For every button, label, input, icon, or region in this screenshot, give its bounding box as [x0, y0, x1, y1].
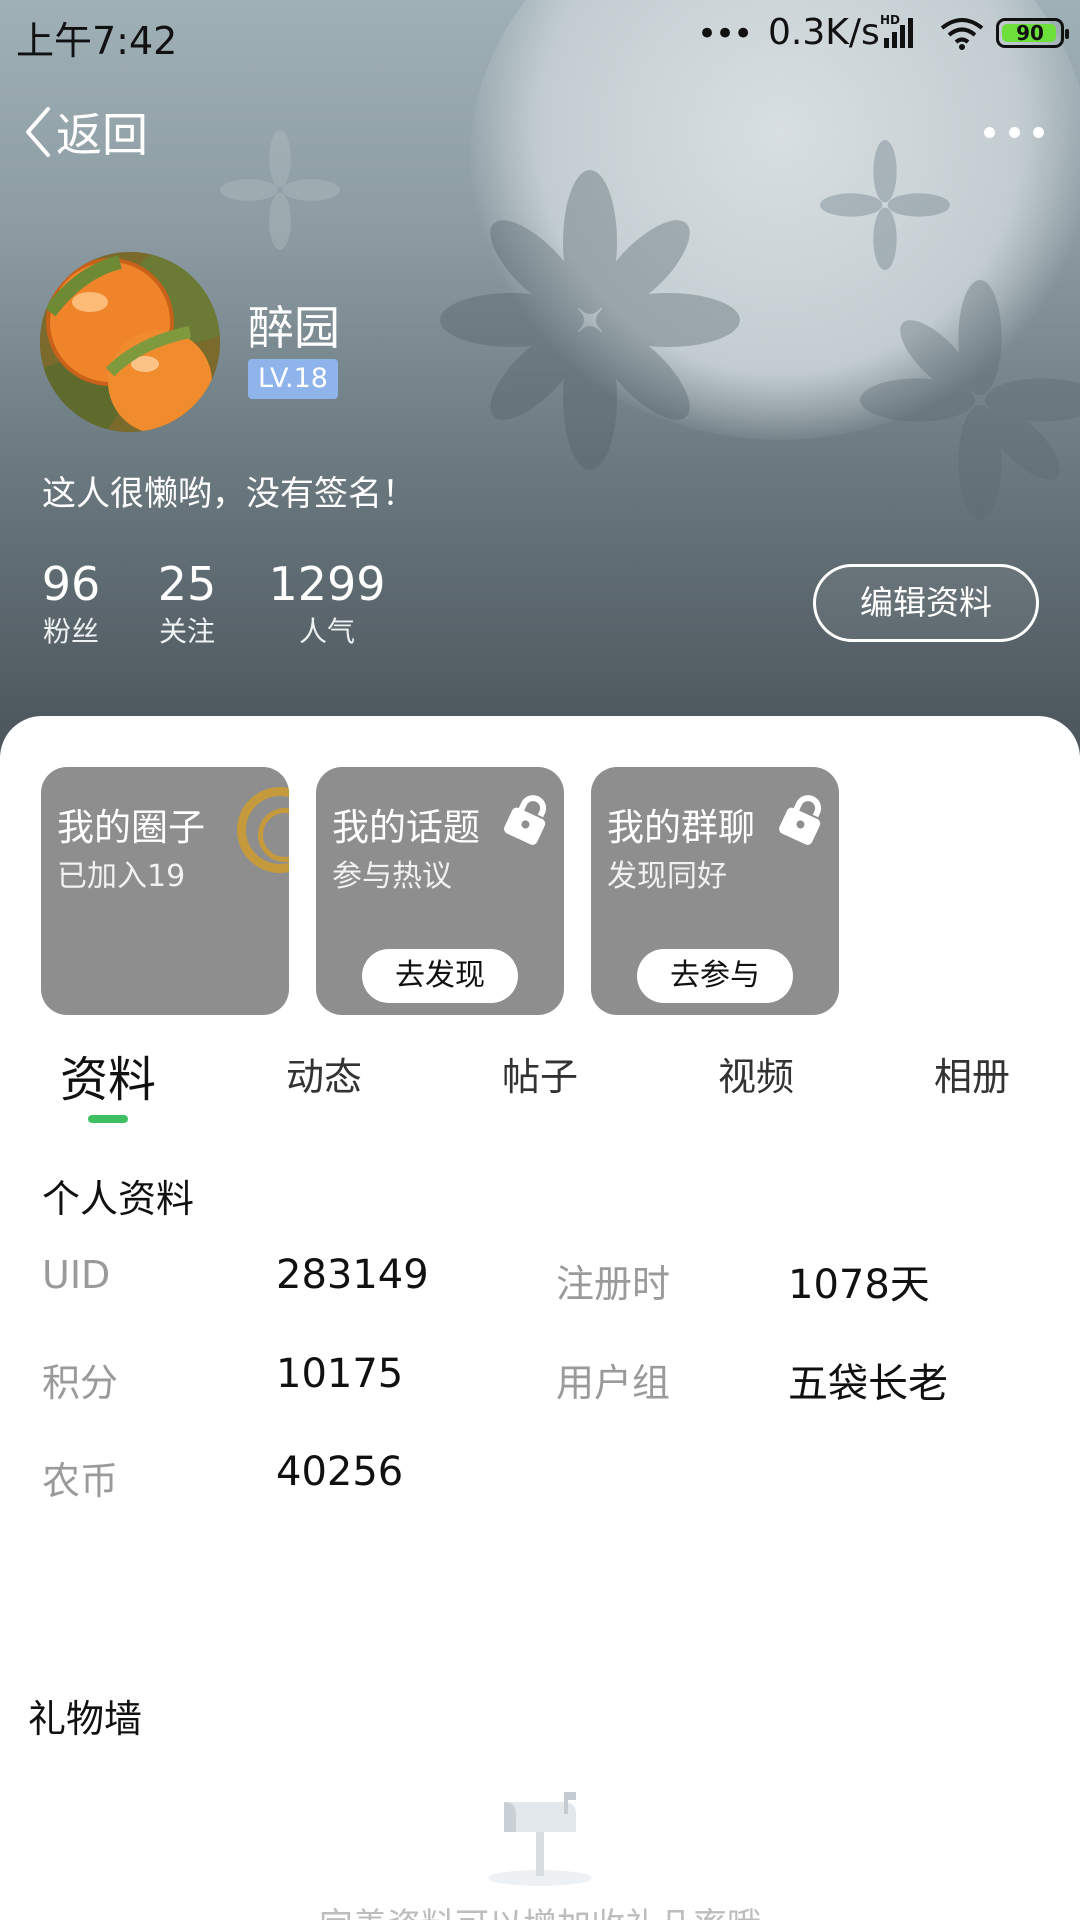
edit-profile-button[interactable]: 编辑资料 — [813, 564, 1039, 642]
card-my-circles[interactable]: 我的圈子 已加入19 — [41, 767, 289, 1015]
avatar[interactable] — [40, 252, 220, 432]
join-button[interactable]: 去参与 — [637, 949, 793, 1003]
back-button[interactable]: 返回 — [24, 96, 148, 168]
coins-value: 40256 — [276, 1449, 404, 1495]
tab-activity[interactable]: 动态 — [254, 1046, 394, 1101]
signal-icon: HD — [880, 13, 913, 48]
battery-indicator: 90 — [996, 18, 1069, 48]
more-horizontal-icon — [984, 126, 995, 138]
circle-ring-icon — [237, 787, 289, 873]
status-bar: 上午7:42 ••• 0.3K/s HD 90 — [0, 0, 1080, 66]
user-group-value: 五袋长老 — [788, 1361, 948, 1407]
tab-album[interactable]: 相册 — [902, 1046, 1042, 1101]
back-label: 返回 — [56, 108, 148, 162]
svg-text:HD: HD — [880, 13, 900, 27]
stat-value: 1299 — [268, 557, 386, 611]
lock-icon — [504, 795, 547, 845]
card-my-topics[interactable]: 我的话题 参与热议 去发现 — [316, 767, 564, 1015]
stat-popularity[interactable]: 1299 人气 — [266, 556, 388, 652]
cover-flower-decoration — [860, 280, 1080, 520]
battery-level: 90 — [1016, 21, 1044, 45]
points-value: 10175 — [276, 1351, 404, 1397]
stat-value: 25 — [157, 557, 217, 611]
profile-signature: 这人很懒哟，没有签名！ — [42, 474, 416, 514]
registered-label: 注册时 — [556, 1262, 671, 1306]
network-speed: 0.3K/s — [768, 12, 880, 53]
uid-value: 283149 — [276, 1252, 429, 1298]
uid-label: UID — [42, 1253, 111, 1297]
stat-label: 关注 — [158, 615, 215, 648]
personal-info-title: 个人资料 — [42, 1177, 195, 1221]
card-subtitle: 参与热议 — [332, 859, 452, 894]
username: 醉园 — [248, 301, 340, 355]
status-time: 上午7:42 — [16, 19, 178, 63]
user-group-label: 用户组 — [556, 1361, 671, 1405]
chevron-left-icon — [26, 107, 50, 157]
active-tab-indicator — [88, 1115, 128, 1123]
gift-wall-empty-text: 完善资料可以增加收礼几率哦 — [0, 1898, 1080, 1920]
level-badge: LV.18 — [248, 359, 338, 399]
cover-flower-decoration — [820, 140, 950, 270]
lock-icon — [779, 795, 822, 845]
stat-following[interactable]: 25 关注 — [146, 556, 228, 652]
status-overflow-dots: ••• — [697, 14, 753, 54]
tab-videos[interactable]: 视频 — [686, 1046, 826, 1101]
profile-tabs: 资料 动态 帖子 视频 相册 — [0, 1040, 1080, 1130]
points-label: 积分 — [42, 1361, 119, 1405]
discover-button[interactable]: 去发现 — [362, 949, 518, 1003]
mailbox-icon — [488, 1792, 592, 1886]
card-title: 我的群聊 — [607, 806, 755, 849]
tab-profile[interactable]: 资料 — [38, 1040, 178, 1110]
stat-label: 人气 — [298, 615, 355, 648]
gift-wall-title: 礼物墙 — [28, 1697, 143, 1741]
card-subtitle: 发现同好 — [607, 859, 727, 894]
stat-followers[interactable]: 96 粉丝 — [30, 556, 112, 652]
stat-value: 96 — [41, 557, 101, 611]
card-my-group-chats[interactable]: 我的群聊 发现同好 去参与 — [591, 767, 839, 1015]
cover-flower-decoration — [220, 130, 340, 250]
cover-flower-decoration — [440, 170, 740, 470]
card-title: 我的话题 — [332, 806, 480, 849]
avatar-image — [40, 252, 220, 432]
coins-label: 农币 — [42, 1459, 119, 1503]
registered-value: 1078天 — [788, 1262, 930, 1308]
card-subtitle: 已加入19 — [57, 859, 186, 894]
more-options-button[interactable] — [984, 110, 1044, 154]
card-title: 我的圈子 — [57, 806, 205, 849]
tab-posts[interactable]: 帖子 — [470, 1046, 610, 1101]
stat-label: 粉丝 — [42, 615, 99, 648]
wifi-icon — [940, 18, 984, 50]
